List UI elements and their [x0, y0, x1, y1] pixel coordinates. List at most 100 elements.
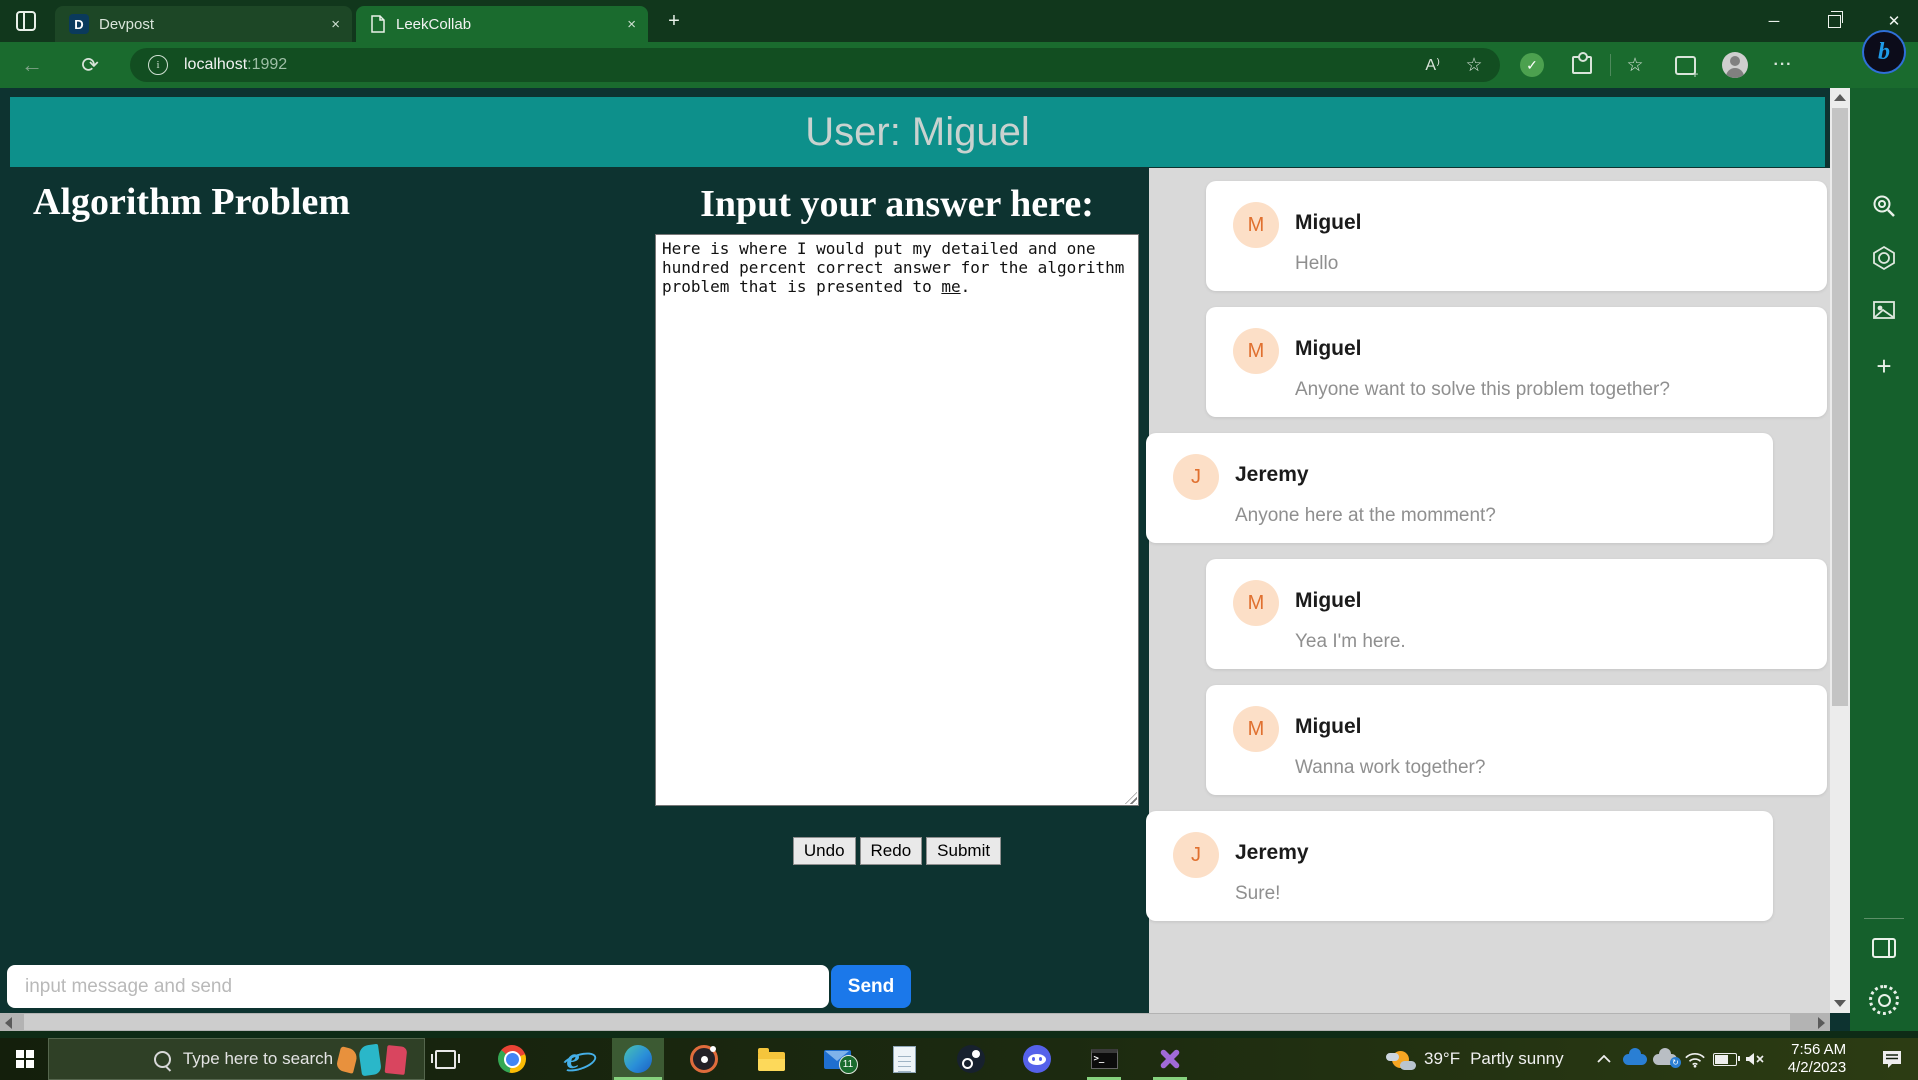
read-aloud-icon[interactable]: A⁾ — [1425, 55, 1440, 75]
search-highlights-art[interactable] — [332, 1043, 418, 1077]
taskbar-clock[interactable]: 7:56 AM 4/2/2023 — [1778, 1038, 1856, 1080]
chat-author: Miguel — [1295, 211, 1362, 234]
chat-text: Anyone want to solve this problem togeth… — [1295, 379, 1670, 400]
notepad-taskbar-icon[interactable] — [880, 1038, 928, 1080]
internet-explorer-icon: e — [566, 1042, 580, 1075]
internet-explorer-taskbar-icon[interactable]: e — [549, 1038, 597, 1080]
action-center-button[interactable] — [1872, 1038, 1912, 1080]
chat-author: Miguel — [1295, 715, 1362, 738]
scroll-up-arrow-icon[interactable] — [1834, 94, 1846, 101]
music-app-icon — [690, 1045, 718, 1073]
chat-text: Yea I'm here. — [1295, 631, 1406, 652]
sidebar-add-icon[interactable]: + — [1850, 346, 1918, 386]
folder-icon — [757, 1047, 785, 1071]
edge-taskbar-icon-active[interactable] — [612, 1038, 664, 1080]
person-icon — [1722, 52, 1748, 78]
visual-studio-taskbar-icon[interactable] — [1146, 1038, 1194, 1080]
weather-sun-cloud-icon — [1385, 1050, 1416, 1070]
steam-taskbar-icon[interactable] — [947, 1038, 995, 1080]
submit-button[interactable]: Submit — [926, 837, 1002, 865]
tray-expand-chevron-icon[interactable] — [1590, 1038, 1618, 1080]
scroll-left-arrow-icon[interactable] — [5, 1017, 12, 1029]
add-favorite-star-icon[interactable]: ☆ — [1456, 47, 1492, 83]
terminal-taskbar-icon[interactable]: >_ — [1080, 1038, 1128, 1080]
search-placeholder: Type here to search — [182, 1049, 334, 1068]
battery-tray-icon[interactable] — [1710, 1038, 1740, 1080]
toggle-glyph — [1872, 938, 1896, 958]
site-info-icon[interactable]: i — [148, 55, 168, 75]
chrome-taskbar-icon[interactable] — [488, 1038, 536, 1080]
sidebar-image-creator-icon[interactable] — [1850, 290, 1918, 330]
favorites-icon[interactable]: ☆ — [1617, 47, 1653, 83]
address-bar[interactable]: i localhost :1992 A⁾ ☆ — [130, 48, 1500, 82]
settings-more-icon[interactable]: ··· — [1765, 47, 1801, 83]
page-favicon — [370, 15, 386, 33]
sync-badge-icon: ↻ — [1670, 1056, 1681, 1068]
chat-author: Jeremy — [1235, 463, 1309, 486]
tab-devpost[interactable]: D Devpost × — [55, 6, 352, 42]
answer-text-underlined: me — [941, 277, 961, 296]
tab-bar: D Devpost × LeekCollab × + ─ ✕ — [0, 0, 1918, 42]
extension-check-icon[interactable]: ✓ — [1514, 47, 1550, 83]
window-restore-button[interactable] — [1810, 0, 1858, 42]
chat-message-card: M Miguel Wanna work together? — [1206, 685, 1827, 795]
gear-glyph — [1869, 985, 1899, 1015]
avatar: J — [1173, 832, 1219, 878]
workspaces-icon[interactable] — [16, 11, 36, 31]
back-icon[interactable]: ← — [14, 47, 50, 83]
extensions-puzzle-icon[interactable] — [1564, 47, 1600, 83]
answer-text: Here is where I would put my detailed an… — [662, 239, 1125, 296]
chat-text: Anyone here at the momment? — [1235, 505, 1496, 526]
page-title: User: Miguel — [10, 97, 1825, 167]
weather-taskbar-icon[interactable] — [1380, 1038, 1420, 1080]
sync-cloud-tray-icon[interactable]: ↻ — [1650, 1038, 1681, 1080]
window-minimize-button[interactable]: ─ — [1750, 0, 1798, 42]
start-button[interactable] — [4, 1038, 46, 1080]
file-explorer-taskbar-icon[interactable] — [747, 1038, 795, 1080]
profile-avatar[interactable] — [1717, 47, 1753, 83]
horizontal-scrollbar[interactable] — [0, 1013, 1830, 1031]
undo-button[interactable]: Undo — [792, 837, 856, 865]
weather-info[interactable]: 39°F Partly sunny — [1424, 1038, 1564, 1080]
scroll-down-arrow-icon[interactable] — [1834, 1000, 1846, 1007]
message-input[interactable] — [7, 965, 829, 1008]
sidebar-search-icon[interactable] — [1850, 186, 1918, 226]
volume-mute-tray-icon[interactable] — [1740, 1038, 1770, 1080]
avatar: M — [1233, 328, 1279, 374]
tab-leekcollab-active[interactable]: LeekCollab × — [356, 6, 648, 42]
collections-icon[interactable] — [1667, 47, 1703, 83]
discord-taskbar-icon[interactable] — [1013, 1038, 1061, 1080]
wifi-tray-icon[interactable] — [1681, 1038, 1709, 1080]
tab-close-icon[interactable]: × — [615, 16, 648, 33]
chat-author: Miguel — [1295, 589, 1362, 612]
chat-text: Wanna work together? — [1295, 757, 1486, 778]
bing-copilot-icon[interactable]: b — [1862, 30, 1906, 74]
answer-heading: Input your answer here: — [700, 183, 1094, 225]
task-view-button[interactable] — [421, 1038, 469, 1080]
sidebar-settings-gear-icon[interactable] — [1850, 980, 1918, 1020]
sidebar-tools-icon[interactable] — [1850, 238, 1918, 278]
horizontal-scroll-thumb[interactable] — [24, 1014, 1790, 1030]
avatar: M — [1233, 580, 1279, 626]
taskbar-search[interactable]: Type here to search — [48, 1038, 425, 1080]
music-app-taskbar-icon[interactable] — [680, 1038, 728, 1080]
mail-taskbar-icon[interactable]: 11 — [813, 1038, 861, 1080]
mail-unread-badge: 11 — [838, 1054, 858, 1074]
notepad-icon — [892, 1045, 916, 1073]
refresh-icon[interactable]: ⟳ — [72, 47, 108, 83]
terminal-icon: >_ — [1090, 1049, 1118, 1069]
scroll-right-arrow-icon[interactable] — [1818, 1017, 1825, 1029]
onedrive-tray-icon[interactable] — [1620, 1038, 1650, 1080]
avatar: M — [1233, 706, 1279, 752]
vertical-scroll-thumb[interactable] — [1832, 108, 1848, 706]
puzzle-glyph — [1572, 52, 1592, 74]
new-tab-button[interactable]: + — [660, 8, 688, 34]
vertical-scrollbar[interactable] — [1830, 88, 1850, 1013]
chat-message-card: M Miguel Hello — [1206, 181, 1827, 291]
tab-close-icon[interactable]: × — [319, 16, 352, 33]
redo-button[interactable]: Redo — [859, 837, 923, 865]
send-button[interactable]: Send — [831, 965, 911, 1008]
search-icon — [153, 1050, 171, 1068]
answer-textarea[interactable]: Here is where I would put my detailed an… — [655, 234, 1139, 806]
sidebar-toggle-icon[interactable] — [1850, 928, 1918, 968]
